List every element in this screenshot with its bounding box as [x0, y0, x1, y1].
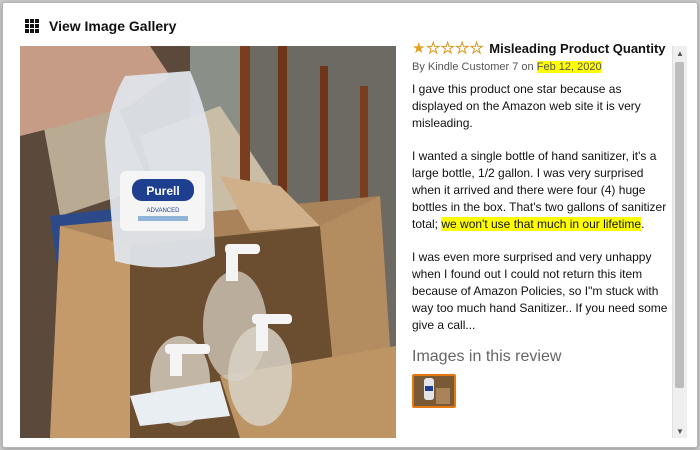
review-paragraph-2: I wanted a single bottle of hand sanitiz…	[412, 148, 670, 233]
star-empty-icon: ★	[469, 41, 484, 57]
image-gallery-modal: View Image Gallery Purell ADVANCED ★ ★ ★…	[2, 2, 698, 448]
review-title: Misleading Product Quantity	[489, 41, 666, 56]
review-scrollbar[interactable]: ▲ ▼	[672, 46, 687, 438]
grid-icon	[25, 19, 39, 33]
review-header: ★ ★ ★ ★ ★ Misleading Product Quantity	[412, 41, 670, 57]
star-rating: ★ ★ ★ ★ ★	[412, 41, 484, 57]
review-author: By Kindle Customer 7 on	[412, 61, 534, 73]
review-paragraph-1: I gave this product one star because as …	[412, 82, 641, 130]
review-paragraph-2-end: .	[641, 217, 645, 231]
review-panel: ★ ★ ★ ★ ★ Misleading Product Quantity By…	[412, 41, 670, 438]
bottle-subtitle-text: ADVANCED	[147, 208, 181, 214]
review-paragraph-3: I was even more surprised and very unhap…	[412, 250, 668, 332]
scroll-down-icon[interactable]: ▼	[673, 424, 687, 438]
star-empty-icon: ★	[455, 41, 469, 57]
scroll-up-icon[interactable]: ▲	[673, 46, 687, 60]
review-date: Feb 12, 2020	[536, 61, 602, 73]
images-in-review-heading: Images in this review	[412, 348, 562, 365]
gallery-title: View Image Gallery	[49, 18, 177, 34]
bottle-brand-text: Purell	[146, 184, 179, 198]
star-empty-icon: ★	[426, 41, 440, 57]
scrollbar-thumb[interactable]	[675, 62, 684, 388]
review-byline: By Kindle Customer 7 on Feb 12, 2020	[412, 61, 670, 73]
star-empty-icon: ★	[440, 41, 455, 57]
review-paragraph-2-highlight: we won't use that much in our lifetime	[441, 217, 642, 231]
review-body: I gave this product one star because as …	[412, 81, 670, 334]
review-photo: Purell ADVANCED	[20, 46, 396, 438]
star-filled-icon: ★	[412, 41, 426, 57]
review-image-thumbnail[interactable]	[412, 374, 456, 408]
view-image-gallery-header[interactable]: View Image Gallery	[25, 16, 176, 36]
